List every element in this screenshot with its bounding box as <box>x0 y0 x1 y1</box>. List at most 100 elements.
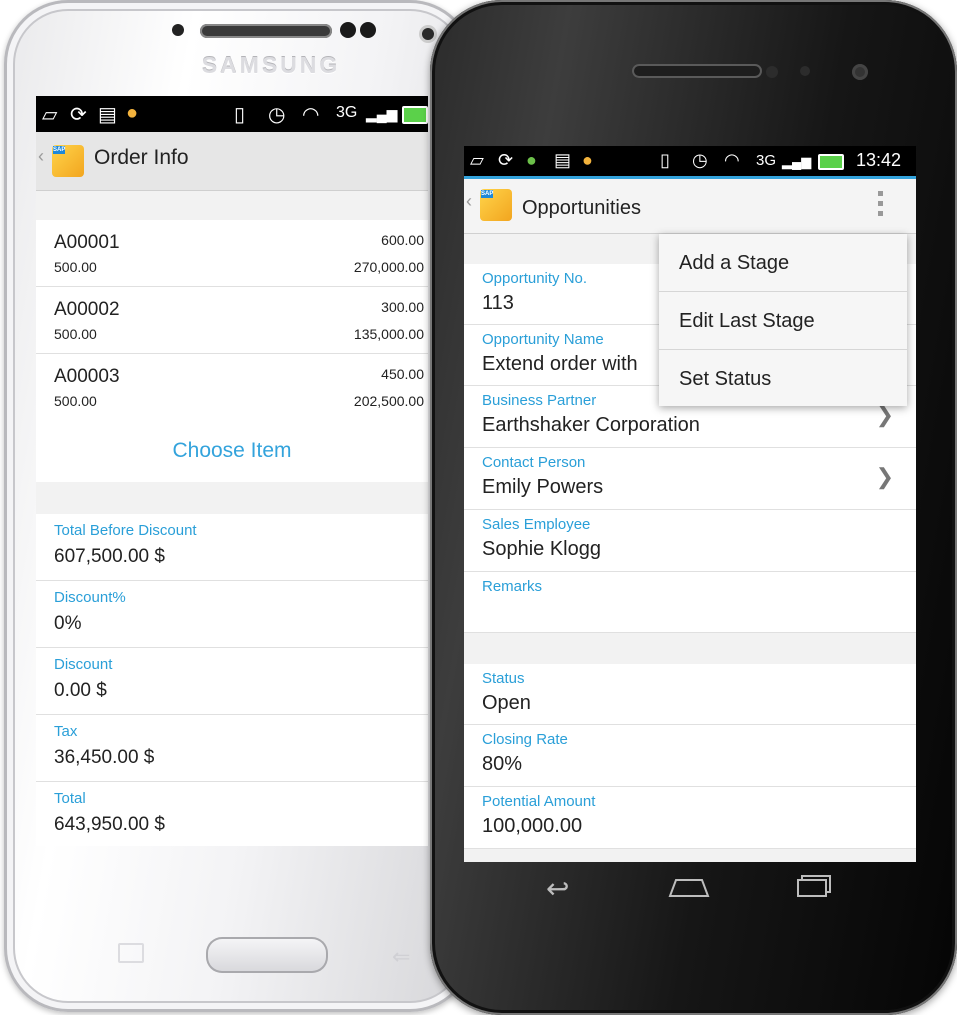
battery-icon <box>818 154 844 170</box>
field-value: 0.00 $ <box>54 680 107 701</box>
menu-key-icon[interactable] <box>118 943 144 963</box>
image-icon: ▱ <box>42 104 58 126</box>
vibrate-icon: ▯ <box>234 104 246 126</box>
field-total: Total 643,950.00 $ <box>36 782 428 846</box>
field-label: Total Before Discount <box>54 522 197 539</box>
burger-icon: ● <box>582 150 593 170</box>
menu-item-label: Add a Stage <box>679 252 790 274</box>
home-button[interactable] <box>206 937 328 973</box>
earpiece-speaker <box>200 24 332 38</box>
item-line-total: 135,000.00 <box>353 326 424 342</box>
nav-home-icon[interactable] <box>668 876 710 898</box>
field-value: 643,950.00 $ <box>54 814 165 835</box>
page-title: Order Info <box>94 146 189 169</box>
battery-icon <box>402 106 428 124</box>
field-value: Emily Powers <box>482 476 604 498</box>
app-icon[interactable]: SAP <box>480 189 512 221</box>
list-item[interactable]: A00001 500.00 600.00 270,000.00 <box>36 220 428 287</box>
field-value: 607,500.00 $ <box>54 546 165 567</box>
overflow-menu-icon[interactable] <box>878 191 884 221</box>
action-bar: ‹ SAP Opportunities <box>464 176 916 234</box>
burger-icon: ● <box>126 102 139 124</box>
field-label: Discount% <box>54 589 126 606</box>
clock: 13:42 <box>856 150 902 170</box>
wifi-icon: ◠ <box>302 104 320 126</box>
wifi-icon: ◠ <box>724 150 740 170</box>
field-label: Total <box>54 790 86 807</box>
alarm-icon: ◷ <box>692 150 708 170</box>
item-code: A00003 <box>54 366 120 387</box>
menu-item-label: Edit Last Stage <box>679 310 815 332</box>
front-sensor <box>172 24 184 36</box>
back-chevron-icon[interactable]: ‹ <box>38 146 44 167</box>
sap-tag: SAP <box>53 146 66 154</box>
front-camera <box>340 22 356 38</box>
field-discount: Discount 0.00 $ <box>36 648 428 715</box>
sync-icon: ⟳ <box>70 104 87 126</box>
chevron-right-icon[interactable]: ❯ <box>876 464 894 490</box>
field-total-before-discount: Total Before Discount 607,500.00 $ <box>36 514 428 581</box>
proximity-sensor <box>360 22 376 38</box>
field-sales-employee[interactable]: Sales Employee Sophie Klogg <box>464 510 916 572</box>
item-line-total: 202,500.00 <box>353 393 424 409</box>
field-value: Open <box>482 692 531 714</box>
app-notification-icon: ● <box>526 150 537 170</box>
field-label: Opportunity No. <box>482 270 588 287</box>
image-icon: ▱ <box>470 150 484 170</box>
field-tax: Tax 36,450.00 $ <box>36 715 428 782</box>
item-quantity: 500.00 <box>54 393 97 409</box>
nexus-screen: ▱ ⟳ ● ▤ ● ▯ ◷ ◠ 3G ▂▄▆ 13:42 ‹ SAP Oppor… <box>464 146 916 862</box>
field-label: Opportunity Name <box>482 331 604 348</box>
field-label: Sales Employee <box>482 516 591 533</box>
nav-back-icon[interactable]: ↩ <box>546 872 569 905</box>
field-label: Potential Amount <box>482 793 596 810</box>
field-discount-percent[interactable]: Discount% 0% <box>36 581 428 648</box>
item-price: 300.00 <box>381 299 424 315</box>
list-item[interactable]: A00003 500.00 450.00 202,500.00 <box>36 354 428 421</box>
status-bar: ▱ ⟳ ● ▤ ● ▯ ◷ ◠ 3G ▂▄▆ 13:42 <box>464 146 916 176</box>
alarm-icon: ◷ <box>268 104 286 126</box>
overflow-menu: Add a Stage Edit Last Stage Set Status <box>659 234 907 406</box>
menu-item-add-stage[interactable]: Add a Stage <box>659 234 907 292</box>
item-code: A00002 <box>54 299 120 320</box>
menu-item-label: Set Status <box>679 368 772 390</box>
menu-item-edit-last-stage[interactable]: Edit Last Stage <box>659 292 907 350</box>
field-contact-person[interactable]: Contact Person Emily Powers ❯ <box>464 448 916 510</box>
item-price: 600.00 <box>381 232 424 248</box>
field-value: 0% <box>54 613 82 634</box>
sync-icon: ⟳ <box>498 150 514 170</box>
brand-logo: SAMSUNG <box>201 52 341 78</box>
earpiece-speaker <box>632 64 762 78</box>
field-value: 100,000.00 <box>482 815 583 837</box>
field-value: 113 <box>482 292 514 314</box>
item-code: A00001 <box>54 232 120 253</box>
list-item[interactable]: A00002 500.00 300.00 135,000.00 <box>36 287 428 354</box>
item-quantity: 500.00 <box>54 326 97 342</box>
field-label: Closing Rate <box>482 731 568 748</box>
sap-tag: SAP <box>481 190 494 198</box>
front-camera <box>852 64 868 80</box>
field-label: Business Partner <box>482 392 597 409</box>
field-closing-rate[interactable]: Closing Rate 80% <box>464 725 916 787</box>
field-label: Tax <box>54 723 78 740</box>
choose-item-label: Choose Item <box>172 439 292 462</box>
app-icon[interactable]: SAP <box>52 145 84 177</box>
field-value: Extend order with <box>482 353 638 375</box>
back-key-icon[interactable]: ⇐ <box>392 944 410 970</box>
item-line-total: 270,000.00 <box>353 259 424 275</box>
signal-icon: ▂▄▆ <box>782 154 812 169</box>
field-remarks[interactable]: Remarks <box>464 572 916 633</box>
3g-icon: 3G <box>756 152 777 169</box>
page-title: Opportunities <box>522 197 641 219</box>
choose-item-button[interactable]: Choose Item <box>36 420 428 482</box>
back-chevron-icon[interactable]: ‹ <box>466 191 472 212</box>
keyboard-icon: ▤ <box>554 150 572 170</box>
nav-recent-apps-icon[interactable] <box>796 874 832 898</box>
menu-item-set-status[interactable]: Set Status <box>659 350 907 407</box>
status-bar: ▱ ⟳ ▤ ● ▯ ◷ ◠ 3G ▂▄▆ <box>36 96 428 132</box>
proximity-sensor <box>766 66 778 78</box>
field-value: Sophie Klogg <box>482 538 601 560</box>
field-potential-amount[interactable]: Potential Amount 100,000.00 <box>464 787 916 849</box>
item-quantity: 500.00 <box>54 259 97 275</box>
field-status[interactable]: Status Open <box>464 664 916 725</box>
